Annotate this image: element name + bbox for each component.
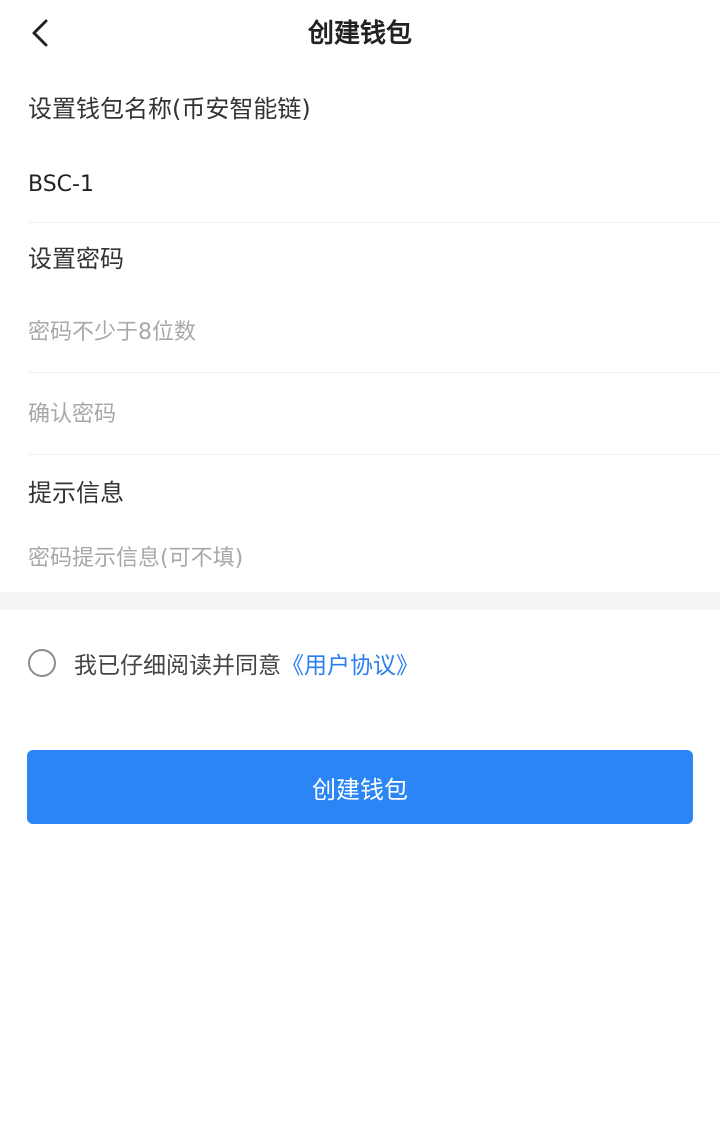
divider xyxy=(28,454,720,455)
section-divider xyxy=(0,592,720,610)
wallet-name-input[interactable] xyxy=(28,164,692,204)
wallet-name-label: 设置钱包名称(币安智能链) xyxy=(28,95,311,123)
divider xyxy=(28,222,720,223)
password-input[interactable] xyxy=(28,312,692,352)
user-agreement-link[interactable]: 《用户协议》 xyxy=(281,646,419,680)
agree-radio[interactable] xyxy=(28,649,56,677)
create-wallet-button[interactable]: 创建钱包 xyxy=(27,750,693,824)
hint-label: 提示信息 xyxy=(28,479,124,507)
confirm-password-input[interactable] xyxy=(28,394,692,434)
agreement-text: 我已仔细阅读并同意 xyxy=(74,653,281,679)
page-title: 创建钱包 xyxy=(307,19,412,49)
divider xyxy=(28,372,720,373)
agreement-row: 我已仔细阅读并同意 《用户协议》 xyxy=(28,645,419,681)
hint-input[interactable] xyxy=(28,538,692,578)
password-label: 设置密码 xyxy=(28,245,124,273)
header-bar: 创建钱包 xyxy=(0,0,720,70)
